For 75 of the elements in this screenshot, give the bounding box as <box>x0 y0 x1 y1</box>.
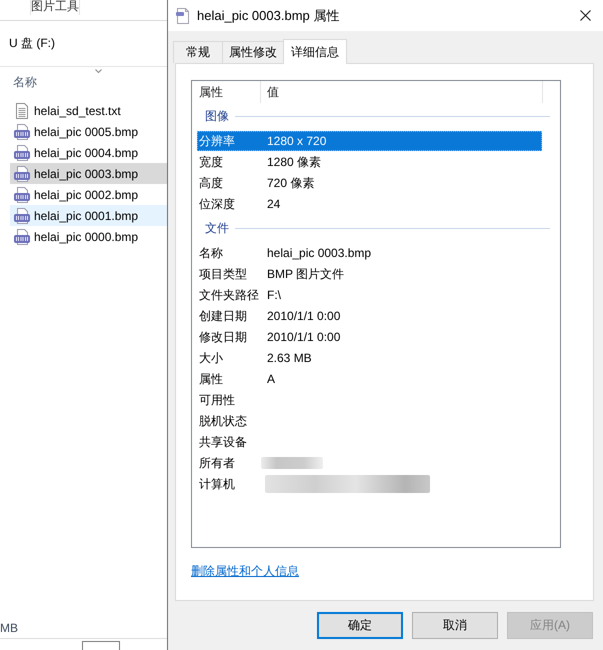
property-row[interactable]: 所有者 <box>197 453 542 473</box>
property-value: 2010/1/1 0:00 <box>267 309 340 323</box>
tab[interactable]: 详细信息 <box>283 39 347 64</box>
image-file-icon <box>14 228 30 244</box>
property-row[interactable]: 属性 A <box>197 369 542 389</box>
property-name: 计算机 <box>198 476 236 492</box>
ribbon-tab[interactable]: 图片工具 <box>30 0 80 15</box>
remove-properties-link[interactable]: 删除属性和个人信息 <box>191 564 299 578</box>
property-value: 2010/1/1 0:00 <box>267 330 340 344</box>
property-name: 可用性 <box>198 392 236 408</box>
property-value: 720 像素 <box>267 174 314 192</box>
drive-label: U 盘 (F:) <box>9 35 55 52</box>
property-value: F:\ <box>267 288 281 302</box>
dialog-button[interactable]: 确定 <box>317 612 403 639</box>
file-item[interactable]: helai_sd_test.txt <box>10 100 167 121</box>
property-name: 脱机状态 <box>198 412 248 430</box>
property-row[interactable]: 宽度 1280 像素 <box>197 152 542 172</box>
property-value: helai_pic 0003.bmp <box>267 246 372 260</box>
property-value: 1280 像素 <box>267 154 322 170</box>
input-field[interactable] <box>82 641 120 650</box>
image-file-icon <box>14 208 30 224</box>
property-name: 属性 <box>198 370 224 388</box>
window-title: helai_pic 0003.bmp 属性 <box>197 6 340 24</box>
file-item[interactable]: helai_pic 0003.bmp <box>10 163 167 184</box>
text-file-icon <box>14 102 30 118</box>
chevron-icon[interactable] <box>95 69 102 73</box>
file-item[interactable]: helai_pic 0002.bmp <box>10 184 167 205</box>
dialog-button[interactable]: 取消 <box>412 612 498 639</box>
property-name: 创建日期 <box>198 308 248 324</box>
file-item[interactable]: helai_pic 0005.bmp <box>10 121 167 142</box>
property-name: 分辨率 <box>198 132 236 150</box>
property-row[interactable]: 计算机 <box>197 474 542 494</box>
property-name: 高度 <box>198 174 224 192</box>
property-row[interactable]: 共享设备 <box>197 432 542 452</box>
file-item[interactable]: helai_pic 0001.bmp <box>10 205 167 226</box>
image-file-icon <box>14 186 30 202</box>
property-name: 文件夹路径 <box>198 286 260 304</box>
tab[interactable]: 常规 <box>173 41 223 63</box>
group-header: 文件 <box>205 220 229 237</box>
property-name: 大小 <box>198 350 224 366</box>
file-item[interactable]: helai_pic 0004.bmp <box>10 142 167 163</box>
status-text: MB <box>0 621 18 635</box>
property-name: 修改日期 <box>198 328 248 346</box>
property-row[interactable]: 分辨率 1280 x 720 <box>197 131 542 151</box>
column-header[interactable]: 属性 <box>192 81 261 103</box>
property-row[interactable]: 位深度 24 <box>197 194 542 214</box>
image-file-icon <box>14 144 30 160</box>
property-value: 2.63 MB <box>267 351 312 365</box>
file-icon <box>176 8 190 24</box>
property-row[interactable]: 高度 720 像素 <box>197 173 542 193</box>
property-name: 位深度 <box>198 196 236 212</box>
group-header: 图像 <box>205 108 229 125</box>
column-header[interactable]: 名称 <box>13 74 37 91</box>
property-name: 所有者 <box>198 454 236 472</box>
property-name: 项目类型 <box>198 266 248 282</box>
close-icon <box>580 10 590 21</box>
property-value: 24 <box>267 197 280 211</box>
property-value: BMP 图片文件 <box>267 266 344 282</box>
image-file-icon <box>14 166 30 182</box>
property-row[interactable]: 文件夹路径 F:\ <box>197 285 542 305</box>
property-row[interactable]: 修改日期 2010/1/1 0:00 <box>197 327 542 347</box>
property-name: 宽度 <box>198 154 224 170</box>
property-row[interactable]: 项目类型 BMP 图片文件 <box>197 264 542 284</box>
property-name: 共享设备 <box>198 434 248 450</box>
column-header[interactable]: 值 <box>261 81 543 103</box>
property-row[interactable]: 创建日期 2010/1/1 0:00 <box>197 306 542 326</box>
file-item[interactable]: helai_pic 0000.bmp <box>10 226 167 247</box>
property-row[interactable]: 脱机状态 <box>197 411 542 431</box>
property-row[interactable]: 大小 2.63 MB <box>197 348 542 368</box>
image-file-icon <box>14 124 30 140</box>
property-value: A <box>267 372 276 386</box>
property-name: 名称 <box>198 244 224 262</box>
property-value: 1280 x 720 <box>267 134 326 148</box>
property-row[interactable]: 可用性 <box>197 390 542 410</box>
property-row[interactable]: 名称 helai_pic 0003.bmp <box>197 243 542 263</box>
